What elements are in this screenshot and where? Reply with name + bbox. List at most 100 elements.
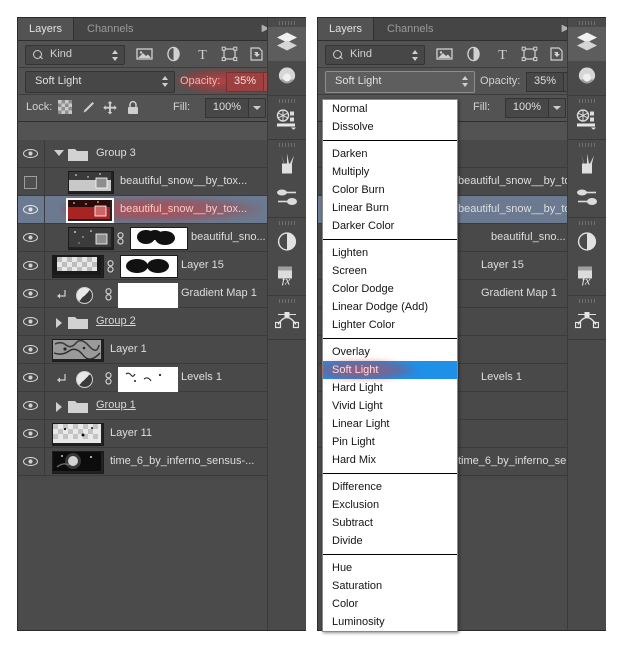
visibility-cell[interactable]	[18, 392, 45, 419]
brush-presets-panel-icon[interactable]	[268, 183, 306, 217]
table-row[interactable]: beautiful_snow__by_tox...	[18, 168, 267, 196]
paths-panel-icon[interactable]	[268, 305, 306, 339]
mask-link-icon[interactable]	[104, 288, 113, 301]
image-filter-icon[interactable]	[436, 46, 453, 62]
table-row[interactable]: Layer 11	[18, 420, 267, 448]
visibility-cell[interactable]	[18, 420, 45, 447]
adjustment-layer-icon[interactable]	[76, 287, 93, 304]
layer-name[interactable]: beautiful_sno...	[491, 231, 566, 243]
brush-presets-panel-icon[interactable]	[568, 183, 606, 217]
menu-item-difference[interactable]: Difference	[323, 478, 457, 496]
color-panel-icon[interactable]	[268, 61, 306, 95]
mask-link-icon[interactable]	[104, 372, 113, 385]
menu-item-screen[interactable]: Screen	[323, 262, 457, 280]
visibility-cell[interactable]	[18, 224, 45, 251]
table-row-selected[interactable]: beautiful_snow__by_tox...	[18, 196, 267, 224]
layer-name[interactable]: Gradient Map 1	[481, 287, 557, 299]
dock-grip[interactable]	[568, 296, 606, 305]
visibility-cell[interactable]	[18, 168, 45, 195]
visibility-cell[interactable]	[18, 252, 45, 279]
adjustment-filter-icon[interactable]	[465, 46, 482, 62]
visibility-cell[interactable]	[18, 280, 45, 307]
fill-dropdown-arrow[interactable]	[548, 98, 566, 118]
dock-grip[interactable]	[268, 18, 306, 27]
table-row[interactable]: Group 1	[18, 392, 267, 420]
paths-panel-icon[interactable]	[568, 305, 606, 339]
eye-icon[interactable]	[23, 457, 38, 466]
adjustments-panel-icon[interactable]	[568, 227, 606, 261]
dock-grip[interactable]	[568, 140, 606, 149]
dock-grip[interactable]	[568, 18, 606, 27]
properties-panel-icon[interactable]	[568, 105, 606, 139]
color-panel-icon[interactable]	[568, 61, 606, 95]
lock-image-pixels-icon[interactable]	[80, 100, 96, 116]
smart-object-filter-icon[interactable]	[548, 46, 565, 62]
layer-name[interactable]: Layer 15	[181, 259, 224, 271]
opacity-input[interactable]: 35%	[526, 72, 564, 92]
blend-mode-dropdown-menu[interactable]: Normal Dissolve Darken Multiply Color Burn Li…	[321, 99, 458, 632]
dock-grip[interactable]	[568, 218, 606, 227]
eye-icon[interactable]	[23, 401, 38, 410]
table-row[interactable]: Group 3	[18, 140, 267, 168]
brush-panel-icon[interactable]	[268, 149, 306, 183]
adjustments-panel-icon[interactable]	[268, 227, 306, 261]
lock-all-icon[interactable]	[126, 100, 142, 116]
menu-item-linear-dodge-add[interactable]: Linear Dodge (Add)	[323, 298, 457, 316]
menu-item-color[interactable]: Color	[323, 595, 457, 613]
opacity-control[interactable]: Opacity: 35%	[176, 69, 281, 93]
styles-fx-panel-icon[interactable]: fx	[268, 261, 306, 295]
eye-icon[interactable]	[23, 345, 38, 354]
menu-item-subtract[interactable]: Subtract	[323, 514, 457, 532]
table-row[interactable]: Gradient Map 1	[18, 280, 267, 308]
layer-name[interactable]: Group 3	[96, 147, 136, 159]
tab-layers[interactable]: Layers	[318, 18, 375, 40]
type-filter-icon[interactable]: T	[194, 46, 211, 63]
layer-mask-thumbnail[interactable]	[118, 283, 178, 308]
eye-icon[interactable]	[23, 373, 38, 382]
layer-name[interactable]: Layer 11	[110, 427, 152, 439]
shape-filter-icon[interactable]	[221, 46, 238, 62]
lock-transparent-pixels-icon[interactable]	[58, 100, 74, 116]
layer-name[interactable]: Gradient Map 1	[181, 287, 257, 299]
table-row[interactable]: beautiful_sno...	[18, 224, 267, 252]
visibility-cell[interactable]	[18, 196, 45, 223]
opacity-input[interactable]: 35%	[226, 72, 264, 92]
eye-icon[interactable]	[23, 205, 38, 214]
menu-item-overlay[interactable]: Overlay	[323, 343, 457, 361]
visibility-cell[interactable]	[18, 364, 45, 391]
layers-panel-icon[interactable]	[268, 27, 306, 61]
menu-item-linear-light[interactable]: Linear Light	[323, 415, 457, 433]
table-row[interactable]: Layer 15	[18, 252, 267, 280]
menu-item-lighter-color[interactable]: Lighter Color	[323, 316, 457, 334]
group-expand-arrow-icon[interactable]	[54, 150, 64, 156]
lock-position-icon[interactable]	[102, 100, 118, 116]
layer-thumbnail[interactable]	[52, 255, 104, 278]
menu-item-normal[interactable]: Normal	[323, 100, 457, 118]
tab-layers[interactable]: Layers	[18, 18, 75, 40]
eye-icon[interactable]	[23, 289, 38, 298]
layer-name[interactable]: Group 2	[96, 315, 136, 327]
menu-item-hard-light[interactable]: Hard Light	[323, 379, 457, 397]
layer-name[interactable]: Layer 1	[110, 343, 147, 355]
menu-item-linear-burn[interactable]: Linear Burn	[323, 199, 457, 217]
menu-item-divide[interactable]: Divide	[323, 532, 457, 550]
group-expand-arrow-icon[interactable]	[56, 318, 62, 328]
menu-item-vivid-light[interactable]: Vivid Light	[323, 397, 457, 415]
blend-mode-select-open[interactable]: Soft Light	[325, 71, 475, 93]
table-row[interactable]: Layer 1	[18, 336, 267, 364]
layer-thumbnail[interactable]	[52, 451, 104, 474]
brush-panel-icon[interactable]	[568, 149, 606, 183]
table-row[interactable]: Group 2	[18, 308, 267, 336]
layer-name[interactable]: time_6_by_inferno_sensus-...	[110, 455, 254, 467]
menu-item-exclusion[interactable]: Exclusion	[323, 496, 457, 514]
blend-mode-select[interactable]: Soft Light	[25, 71, 175, 93]
layer-name[interactable]: Group 1	[96, 399, 136, 411]
dock-grip[interactable]	[268, 96, 306, 105]
table-row[interactable]: time_6_by_inferno_sensus-...	[18, 448, 267, 476]
table-row[interactable]: Levels 1	[18, 364, 267, 392]
layer-name[interactable]: beautiful_snow__by_tox...	[120, 203, 247, 215]
layer-thumbnail[interactable]	[68, 171, 114, 194]
eye-icon[interactable]	[23, 429, 38, 438]
shape-filter-icon[interactable]	[521, 46, 538, 62]
eye-icon[interactable]	[23, 261, 38, 270]
